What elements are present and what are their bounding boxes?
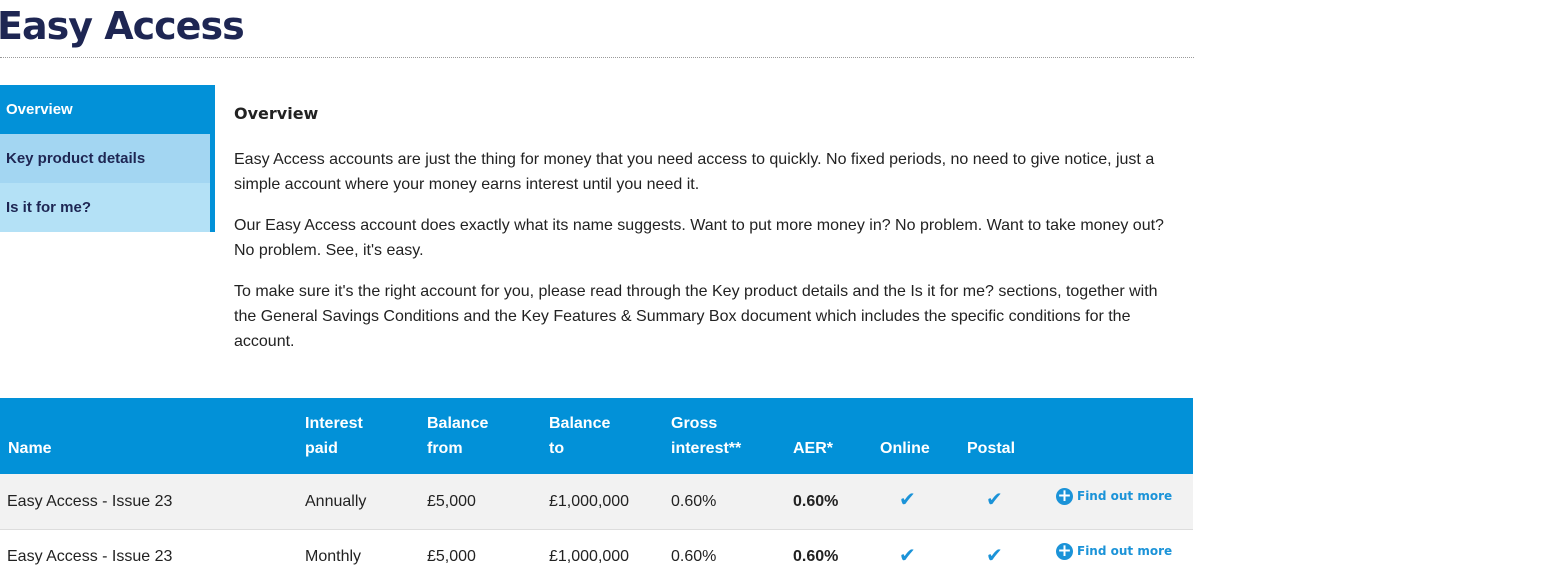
title-divider xyxy=(0,57,1194,58)
cell-interest-paid: Monthly xyxy=(305,548,362,566)
col-header-online: Online xyxy=(880,440,930,457)
cell-balance-from: £5,000 xyxy=(427,548,476,566)
side-nav: Overview Key product details Is it for m… xyxy=(0,85,215,232)
cell-interest-paid: Annually xyxy=(305,492,367,510)
cell-actions: + Find out more xyxy=(1055,529,1193,584)
cell-aer: 0.60% xyxy=(793,548,839,566)
cell-online: ✔ xyxy=(880,474,967,529)
col-header-balance-to: Balance to xyxy=(549,415,611,457)
check-icon: ✔ xyxy=(899,544,916,567)
table-row: Easy Access - Issue 23 Annually £5,000 £… xyxy=(0,474,1193,529)
cell-online: ✔ xyxy=(880,529,967,584)
cell-aer: 0.60% xyxy=(793,492,839,510)
table-row: Easy Access - Issue 23 Monthly £5,000 £1… xyxy=(0,529,1193,584)
side-nav-item-key-product-details[interactable]: Key product details xyxy=(0,134,210,183)
col-header-name: Name xyxy=(8,440,52,457)
cell-gross-interest: 0.60% xyxy=(671,492,717,510)
col-header-postal: Postal xyxy=(967,440,1016,457)
col-header-interest-paid: Interest paid xyxy=(305,415,363,457)
check-icon: ✔ xyxy=(986,489,1003,512)
col-header-aer: AER* xyxy=(793,440,834,457)
cell-postal: ✔ xyxy=(967,529,1055,584)
cell-postal: ✔ xyxy=(967,474,1055,529)
section-heading: Overview xyxy=(234,104,319,123)
cell-balance-to: £1,000,000 xyxy=(549,548,630,566)
page-title: Easy Access xyxy=(0,4,245,48)
check-icon: ✔ xyxy=(899,489,916,512)
find-out-more-link[interactable]: + Find out more xyxy=(1056,484,1172,509)
table-header-row: Name Interest paid Balance from Balance to … xyxy=(0,398,1193,474)
cell-balance-from: £5,000 xyxy=(427,492,476,510)
cell-name: Easy Access - Issue 23 xyxy=(7,492,173,510)
overview-paragraph-3: To make sure it's the right account for … xyxy=(234,283,1158,350)
cell-gross-interest: 0.60% xyxy=(671,548,717,566)
col-header-gross-interest: Gross interest** xyxy=(671,415,742,457)
plus-circle-icon: + xyxy=(1056,541,1073,562)
side-nav-item-overview[interactable]: Overview xyxy=(0,85,215,134)
col-header-actions xyxy=(1055,398,1193,474)
cell-balance-to: £1,000,000 xyxy=(549,492,630,510)
cell-name: Easy Access - Issue 23 xyxy=(7,548,173,566)
cell-actions: + Find out more xyxy=(1055,474,1193,529)
overview-paragraph-1: Easy Access accounts are just the thing … xyxy=(234,151,1155,193)
find-out-more-link[interactable]: + Find out more xyxy=(1056,539,1172,564)
check-icon: ✔ xyxy=(986,544,1003,567)
overview-section: Overview Easy Access accounts are just t… xyxy=(234,101,1174,370)
rates-table: Name Interest paid Balance from Balance to … xyxy=(0,398,1193,584)
plus-circle-icon: + xyxy=(1056,485,1073,506)
overview-paragraph-2: Our Easy Access account does exactly wha… xyxy=(234,217,1164,259)
col-header-balance-from: Balance from xyxy=(427,415,489,457)
side-nav-item-is-it-for-me[interactable]: Is it for me? xyxy=(0,183,210,232)
